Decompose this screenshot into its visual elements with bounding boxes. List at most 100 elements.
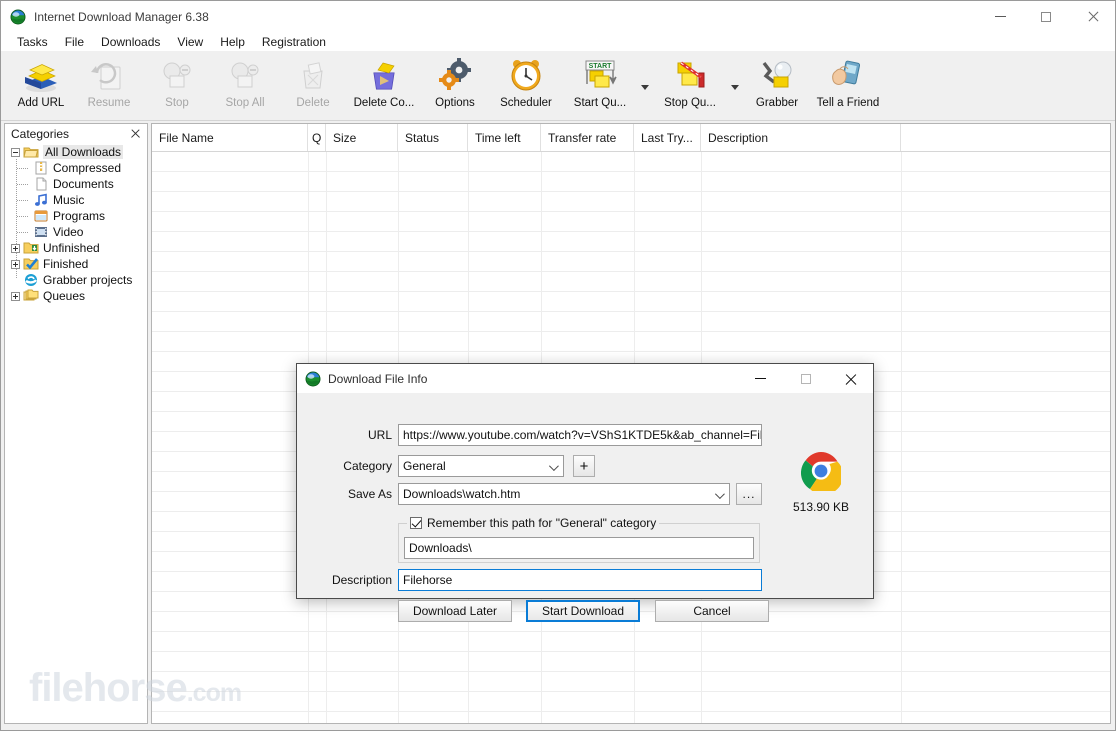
sidebar-item-label: All Downloads (43, 145, 124, 159)
column-header-status[interactable]: Status (398, 124, 468, 151)
menu-item-registration[interactable]: Registration (254, 34, 334, 50)
menu-item-view[interactable]: View (169, 34, 211, 50)
toolbar-add-url-button[interactable]: Add URL (7, 53, 75, 117)
minimize-button[interactable] (977, 1, 1023, 32)
idm-main-window: Internet Download Manager 6.38 Tasks Fil… (0, 0, 1116, 731)
description-input[interactable]: Filehorse (398, 569, 762, 591)
idm-globe-icon (305, 371, 321, 386)
start-download-button[interactable]: Start Download (526, 600, 640, 622)
main-body: Categories All Downloads Compressed Docu… (1, 121, 1115, 730)
stop-icon (156, 57, 198, 95)
sidebar-item-programs[interactable]: Programs (5, 208, 147, 224)
toolbar-delete-completed-button[interactable]: Delete Co... (347, 53, 421, 117)
sidebar-item-music[interactable]: Music (5, 192, 147, 208)
menu-item-file[interactable]: File (57, 34, 92, 50)
toolbar-stop-all-button[interactable]: Stop All (211, 53, 279, 117)
column-header-last-try[interactable]: Last Try... (634, 124, 701, 151)
options-gears-icon (434, 57, 476, 95)
sidebar-item-compressed[interactable]: Compressed (5, 160, 147, 176)
download-later-button[interactable]: Download Later (398, 600, 512, 622)
path-input[interactable]: Downloads\ (404, 537, 754, 559)
category-label: Category (343, 459, 392, 473)
stop-all-icon (224, 57, 266, 95)
column-header-time-left[interactable]: Time left (468, 124, 541, 151)
tree-guide-tick (17, 168, 29, 169)
sidebar-item-label: Grabber projects (43, 273, 133, 287)
chevron-down-icon (548, 461, 559, 472)
menu-item-tasks[interactable]: Tasks (9, 34, 56, 50)
sidebar-item-video[interactable]: Video (5, 224, 147, 240)
category-select[interactable]: General (398, 455, 564, 477)
categories-title: Categories (11, 126, 70, 141)
menu-item-help[interactable]: Help (212, 34, 253, 50)
sidebar-item-queues[interactable]: Queues (5, 288, 147, 304)
window-controls (977, 1, 1115, 32)
toolbar-delete-button[interactable]: Delete (279, 53, 347, 117)
tree-guide-tick (17, 200, 29, 201)
grabber-icon (756, 57, 798, 95)
sidebar-item-all-downloads[interactable]: All Downloads (5, 144, 147, 160)
menu-item-downloads[interactable]: Downloads (93, 34, 168, 50)
close-icon[interactable] (129, 127, 143, 141)
column-header-description[interactable]: Description (701, 124, 901, 151)
toolbar-label: Stop (165, 97, 189, 109)
column-header-q[interactable]: Q (308, 124, 326, 151)
file-size-label: 513.90 KB (792, 500, 850, 514)
queues-folders-icon (23, 289, 39, 303)
toolbar-label: Delete Co... (353, 97, 415, 109)
dialog-window-controls (738, 364, 873, 393)
toolbar-stop-button[interactable]: Stop (143, 53, 211, 117)
toolbar-options-button[interactable]: Options (421, 53, 489, 117)
sidebar-item-unfinished[interactable]: Unfinished (5, 240, 147, 256)
toolbar-scheduler-button[interactable]: Scheduler (489, 53, 563, 117)
save-as-select[interactable]: Downloads\watch.htm (398, 483, 730, 505)
add-category-button[interactable]: + (573, 455, 595, 477)
column-header-size[interactable]: Size (326, 124, 398, 151)
toolbar-start-queue-button[interactable]: START Start Qu... (563, 53, 637, 117)
remember-path-checkbox[interactable]: Remember this path for "General" categor… (407, 516, 660, 530)
url-label: URL (367, 428, 392, 442)
toolbar-label: Tell a Friend (816, 97, 880, 109)
dialog-title: Download File Info (328, 371, 428, 386)
stop-queue-dropdown-arrow[interactable] (727, 53, 743, 117)
expand-expander-icon[interactable] (11, 291, 20, 301)
browse-button[interactable]: ... (736, 483, 762, 505)
sidebar-item-label: Video (53, 225, 84, 239)
save-as-value: Downloads\watch.htm (403, 487, 521, 501)
toolbar-grabber-button[interactable]: Grabber (743, 53, 811, 117)
tree-guide-tick (17, 216, 29, 217)
toolbar-stop-queue-button[interactable]: Stop Qu... (653, 53, 727, 117)
maximize-button[interactable] (1023, 1, 1069, 32)
dialog-close-button[interactable] (828, 364, 873, 393)
music-note-icon (33, 193, 49, 207)
expand-expander-icon[interactable] (11, 259, 20, 269)
chevron-down-icon (714, 489, 725, 500)
chrome-icon (801, 452, 841, 491)
add-url-icon (20, 57, 62, 95)
sidebar-item-label: Compressed (53, 161, 122, 175)
close-button[interactable] (1069, 1, 1115, 32)
checkbox-icon[interactable] (410, 517, 422, 529)
start-queue-dropdown-arrow[interactable] (637, 53, 653, 117)
sidebar-item-documents[interactable]: Documents (5, 176, 147, 192)
toolbar-label: Resume (87, 97, 131, 109)
dialog-minimize-button[interactable] (738, 364, 783, 393)
url-input[interactable]: https://www.youtube.com/watch?v=VShS1KTD… (398, 424, 762, 446)
cancel-button[interactable]: Cancel (655, 600, 769, 622)
column-header-file-name[interactable]: File Name (152, 124, 308, 151)
download-list-header: File Name Q Size Status Time left Transf… (152, 124, 1110, 152)
sidebar-item-finished[interactable]: Finished (5, 256, 147, 272)
remember-path-groupbox: Remember this path for "General" categor… (398, 516, 760, 563)
column-header-transfer-rate[interactable]: Transfer rate (541, 124, 634, 151)
expand-expander-icon[interactable] (11, 243, 20, 253)
toolbar-label: Delete (296, 97, 330, 109)
toolbar-tell-a-friend-button[interactable]: Tell a Friend (811, 53, 885, 117)
sidebar-item-grabber-projects[interactable]: Grabber projects (5, 272, 147, 288)
sidebar-item-label: Programs (53, 209, 106, 223)
collapse-expander-icon[interactable] (11, 147, 20, 157)
resume-icon (88, 57, 130, 95)
description-label: Description (331, 573, 392, 587)
folder-open-icon (23, 145, 39, 159)
toolbar-resume-button[interactable]: Resume (75, 53, 143, 117)
tree-guide-tick (17, 232, 29, 233)
